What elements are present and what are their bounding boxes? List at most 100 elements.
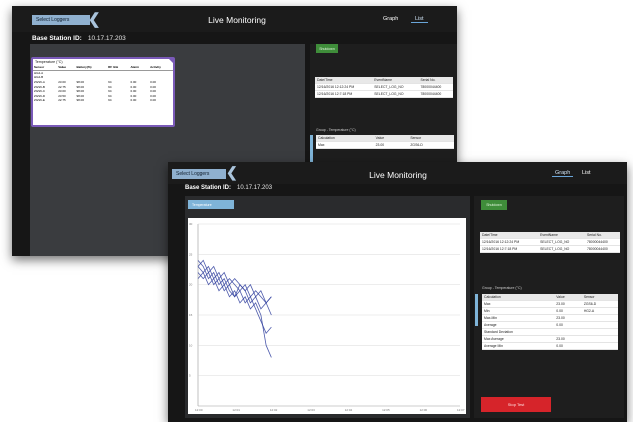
- group-label: Group - Temperature (°C): [316, 128, 356, 132]
- group-cell: Min: [482, 307, 555, 315]
- front-window: Select Loggers ❮ Live Monitoring Graph L…: [168, 162, 627, 422]
- y-tick-label: 10: [189, 343, 193, 347]
- group-cell: 23.00: [373, 141, 409, 149]
- table-row[interactable]: Max 23.00 ZGS6-D: [316, 141, 454, 149]
- group-table: Calculation Value Sensor Max 23.00 ZGS6-D M…: [482, 294, 618, 350]
- group-cell: Standard Deviation: [482, 328, 555, 336]
- base-station-value: 10.17.17.203: [237, 185, 273, 191]
- popup-corner-icon: [168, 58, 174, 64]
- event-cell: 12/16/2016 12:7:18 PM: [315, 90, 373, 98]
- temperature-chart-button[interactable]: Temperature: [188, 200, 234, 209]
- group-cell: [581, 321, 618, 329]
- group-cell: ZGS6-D: [408, 141, 454, 149]
- series-line-3: [197, 271, 272, 334]
- select-loggers-button[interactable]: Select Loggers: [172, 169, 226, 179]
- y-tick-label: 5: [189, 374, 191, 378]
- y-tick-label: 30: [189, 222, 193, 226]
- chevron-left-icon[interactable]: ❮: [88, 10, 101, 28]
- x-tick-label: 12:00: [195, 408, 203, 412]
- base-station-label: Base Station ID:: [185, 185, 232, 191]
- event-cell: SELECT_LOG_NO: [538, 245, 586, 253]
- tab-graph[interactable]: Graph: [552, 170, 574, 177]
- group-accent-bar: [475, 294, 478, 326]
- select-loggers-label: Select Loggers: [36, 17, 70, 23]
- group-cell: [581, 314, 618, 322]
- base-station-id: Base Station ID: 10.17.17.203: [32, 35, 126, 42]
- group-cell: 0.00: [554, 342, 582, 350]
- table-row[interactable]: Standard Deviation: [482, 328, 618, 336]
- group-cell: Max: [316, 141, 374, 149]
- x-tick-label: 12:01: [232, 408, 240, 412]
- group-cell: 23.00: [554, 300, 582, 308]
- table-row[interactable]: 12/16/2016 12:7:18 PM SELECT_LOG_NO 7800…: [315, 90, 453, 98]
- table-row[interactable]: Max-Min 23.00: [482, 314, 618, 322]
- table-row[interactable]: Min 0.00 HG2-A: [482, 307, 618, 315]
- event-cell: 78000044400: [585, 245, 620, 253]
- event-cell: 12/16/2016 12:7:18 PM: [480, 245, 539, 253]
- x-tick-label: 12:05: [382, 408, 390, 412]
- group-cell: [554, 328, 582, 336]
- table-row[interactable]: 12/16/2016 12:12:24 PM SELECT_LOG_NO 780…: [480, 238, 620, 246]
- group-cell: 23.00: [554, 314, 582, 322]
- event-table: Date/Time EventName Serial No. 12/16/201…: [480, 232, 620, 253]
- event-table: Date/Time EventName Serial No. 12/16/201…: [315, 77, 453, 98]
- group-cell: 23.00: [554, 335, 582, 343]
- chevron-left-icon[interactable]: ❮: [226, 164, 238, 181]
- popup-cell: 0.00: [130, 98, 137, 103]
- table-row[interactable]: Max 23.00 ZGS6-D: [482, 300, 618, 308]
- group-table: Calculation Value Sensor Max 23.00 ZGS6-…: [316, 135, 454, 149]
- group-label: Group - Temperature (°C): [482, 286, 522, 290]
- group-cell: [581, 342, 618, 350]
- group-accent-bar: [310, 135, 313, 165]
- group-cell: ZGS6-D: [581, 300, 618, 308]
- group-cell: HG2-A: [581, 307, 618, 315]
- shutdown-button[interactable]: Shutdown: [481, 200, 507, 210]
- group-cell: Average: [482, 321, 555, 329]
- event-cell: 78000044400: [585, 238, 620, 246]
- x-tick-label: 12:03: [307, 408, 315, 412]
- base-station-label: Base Station ID:: [32, 35, 82, 42]
- tab-graph[interactable]: Graph: [383, 16, 398, 22]
- group-cell: Max Average: [482, 335, 555, 343]
- x-tick-label: 12:02: [270, 408, 278, 412]
- group-cell: 0.00: [554, 307, 582, 315]
- x-tick-label: 12:06: [420, 408, 428, 412]
- event-cell: 78000044400: [418, 83, 453, 91]
- shutdown-button[interactable]: Shutdown: [316, 44, 338, 53]
- popup-cell: 0.00: [150, 98, 156, 103]
- table-row[interactable]: 12/16/2016 12:12:24 PM SELECT_LOG_NO 780…: [315, 83, 453, 91]
- table-row[interactable]: 12/16/2016 12:7:18 PM SELECT_LOG_NO 7800…: [480, 245, 620, 253]
- y-tick-label: 20: [189, 283, 193, 287]
- table-row[interactable]: ZGS6-E 22.75 98.00 94 0.00 0.00: [33, 98, 173, 103]
- event-cell: SELECT_LOG_NO: [372, 90, 419, 98]
- popup-cell: 22.75: [58, 98, 66, 103]
- table-row[interactable]: Average Min 0.00: [482, 342, 618, 350]
- popup-cell: 94: [108, 98, 112, 103]
- event-cell: 78000044400: [418, 90, 453, 98]
- group-cell: [581, 328, 618, 336]
- event-cell: 12/16/2016 12:12:24 PM: [315, 83, 373, 91]
- page-title: Live Monitoring: [369, 170, 427, 180]
- base-station-id: Base Station ID: 10.17.17.203: [185, 185, 272, 191]
- base-station-value: 10.17.17.203: [87, 35, 126, 42]
- group-cell: 0.00: [554, 321, 582, 329]
- tab-list[interactable]: List: [582, 170, 591, 176]
- chart-svg: 30 25 20 15 10 5 12:00 12:01 12:02 12:03 12:04 12:0…: [189, 222, 465, 412]
- event-cell: SELECT_LOG_NO: [372, 83, 419, 91]
- select-loggers-button[interactable]: Select Loggers: [32, 15, 90, 25]
- popup-table: Sensor Value Battery(%) RF link Alarm Ac…: [33, 65, 173, 103]
- event-cell: SELECT_LOG_NO: [538, 238, 586, 246]
- tab-list[interactable]: List: [411, 16, 428, 23]
- table-row[interactable]: Average 0.00: [482, 321, 618, 329]
- group-cell: [581, 335, 618, 343]
- table-row[interactable]: Max Average 23.00: [482, 335, 618, 343]
- x-tick-label: 12:07: [457, 408, 465, 412]
- y-tick-label: 25: [189, 252, 193, 256]
- group-cell: Max: [482, 300, 555, 308]
- select-loggers-label: Select Loggers: [176, 171, 210, 177]
- stop-test-button[interactable]: Stop Test: [481, 397, 551, 412]
- group-cell: Average Min: [482, 342, 555, 350]
- group-cell: Max-Min: [482, 314, 555, 322]
- popup-cell: 98.00: [76, 98, 85, 103]
- y-tick-label: 15: [189, 313, 193, 317]
